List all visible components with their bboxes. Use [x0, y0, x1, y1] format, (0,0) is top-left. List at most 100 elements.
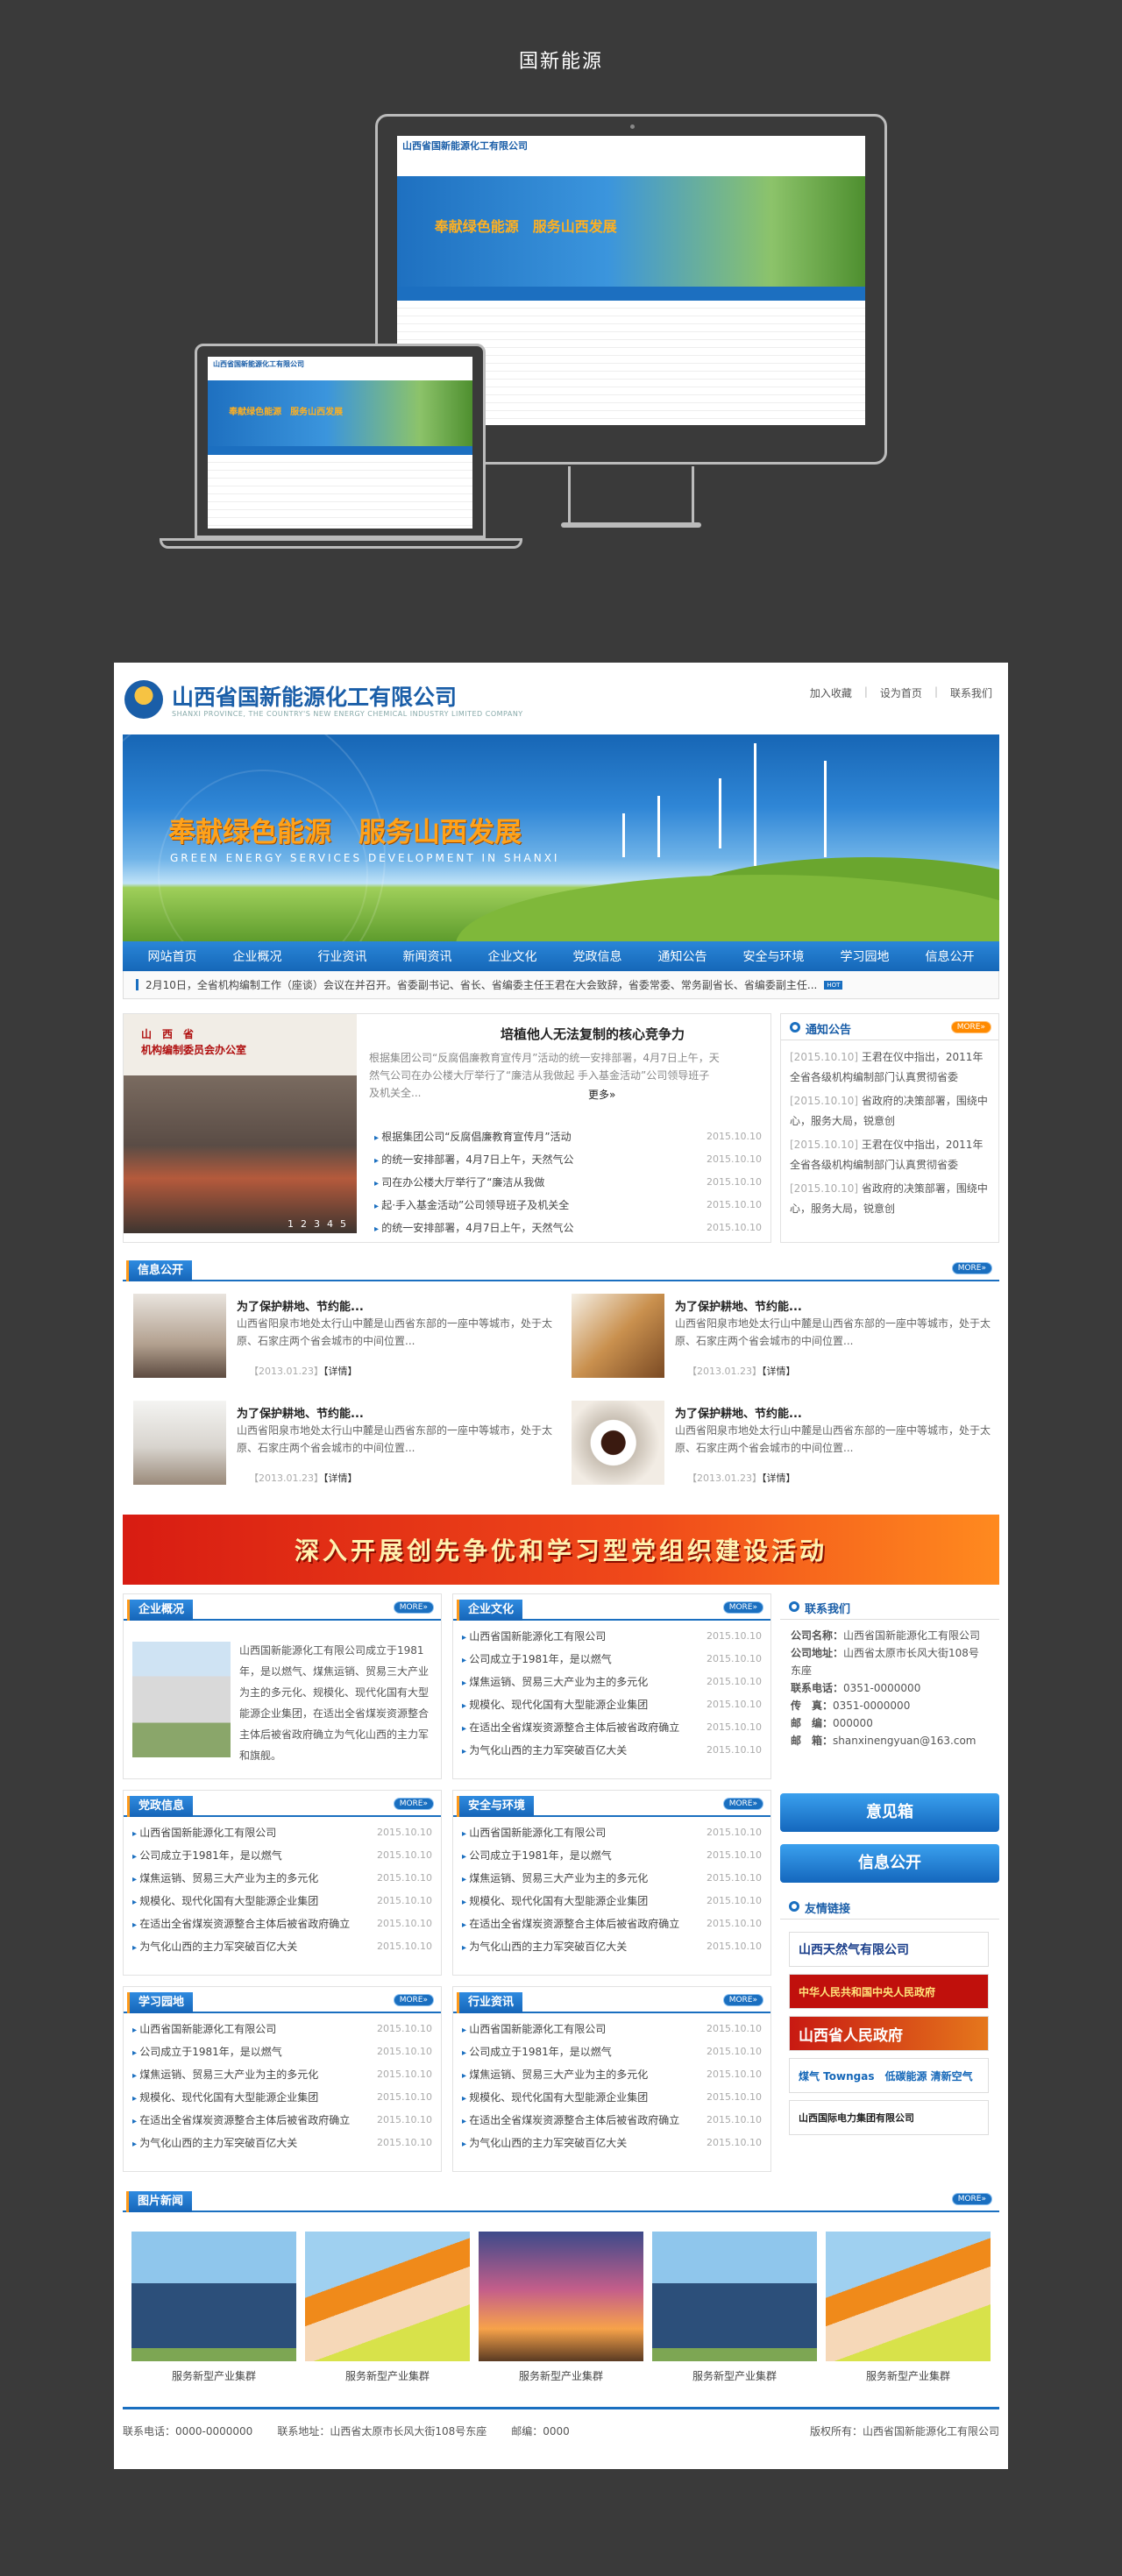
industry-more-button[interactable]: MORE» — [722, 1994, 763, 2006]
slide-dot[interactable]: 1 — [288, 1218, 294, 1230]
list-item[interactable]: 山西省国新能源化工有限公司2015.10.10 — [462, 1822, 762, 1845]
gallery-item[interactable]: 服务新型产业集群 — [652, 2232, 817, 2383]
list-item[interactable]: 为气化山西的主力军突破百亿大关2015.10.10 — [132, 2132, 432, 2155]
nav-overview[interactable]: 企业概况 — [233, 947, 282, 965]
nav-culture[interactable]: 企业文化 — [488, 947, 537, 965]
slide-dot[interactable]: 3 — [314, 1218, 320, 1230]
add-favorite-link[interactable]: 加入收藏 — [810, 685, 852, 700]
study-more-button[interactable]: MORE» — [393, 1994, 434, 2006]
info-open-button[interactable]: 信息公开 — [780, 1844, 999, 1883]
list-item[interactable]: 的统一安排部署，4月7日上午，天然气公2015.10.10 — [374, 1149, 762, 1172]
notice-header: 通知公告 MORE» — [781, 1014, 998, 1040]
footer-address: 联系地址：山西省太原市长风大街108号东座 — [277, 2425, 487, 2438]
detail-link[interactable]: 【详情】 — [762, 1473, 796, 1484]
list-item[interactable]: 为气化山西的主力军突破百亿大关2015.10.10 — [462, 1936, 762, 1959]
list-item[interactable]: 公司成立于1981年，是以燃气2015.10.10 — [462, 2041, 762, 2064]
list-item[interactable]: 煤焦运销、贸易三大产业为主的多元化2015.10.10 — [132, 2064, 432, 2087]
list-item[interactable]: 煤焦运销、贸易三大产业为主的多元化2015.10.10 — [462, 2064, 762, 2087]
overview-more-button[interactable]: MORE» — [393, 1601, 434, 1614]
notice-item[interactable]: [2015.10.10] 省政府的决策部署，围绕中心，服务大局，锐意创 — [790, 1179, 990, 1219]
notice-more-button[interactable]: MORE» — [950, 1021, 991, 1033]
wind-turbine-icon — [657, 796, 660, 857]
list-item[interactable]: 规模化、现代化国有大型能源企业集团2015.10.10 — [132, 1891, 432, 1913]
list-item[interactable]: 为气化山西的主力军突破百亿大关2015.10.10 — [132, 1936, 432, 1959]
notice-item[interactable]: [2015.10.10] 王君在仪中指出，2011年全省各级机构编制部门认真贯彻… — [790, 1047, 990, 1088]
list-item[interactable]: 山西省国新能源化工有限公司2015.10.10 — [132, 1822, 432, 1845]
list-item[interactable]: 为气化山西的主力军突破百亿大关2015.10.10 — [462, 2132, 762, 2155]
info-item[interactable]: 为了保护耕地、节约能... 山西省阳泉市地处太行山中麓是山西省东部的一座中等城市… — [572, 1401, 1001, 1497]
culture-more-button[interactable]: MORE» — [722, 1601, 763, 1614]
list-item[interactable]: 在适出全省煤炭资源整合主体后被省政府确立2015.10.10 — [132, 2110, 432, 2132]
list-item[interactable]: 根据集团公司“反腐倡廉教育宣传月”活动2015.10.10 — [374, 1126, 762, 1149]
friend-link-shanxi-gov[interactable]: 山西省人民政府 — [789, 2016, 989, 2051]
slide-dot[interactable]: 4 — [327, 1218, 333, 1230]
info-open-more-button[interactable]: MORE» — [951, 1262, 992, 1274]
mini-body — [208, 454, 472, 529]
mini-logo: 山西省国新能源化工有限公司 — [208, 357, 472, 381]
friend-link-intl-power[interactable]: 山西国际电力集团有限公司 — [789, 2100, 989, 2135]
friend-link-shanxi-gas[interactable]: 山西天然气有限公司 — [789, 1932, 989, 1967]
slide-dot[interactable]: 5 — [340, 1218, 346, 1230]
nav-safety[interactable]: 安全与环境 — [743, 947, 805, 965]
list-item[interactable]: 在适出全省煤炭资源整合主体后被省政府确立2015.10.10 — [462, 1913, 762, 1936]
list-item[interactable]: 司在办公楼大厅举行了“廉洁从我做2015.10.10 — [374, 1172, 762, 1195]
info-item[interactable]: 为了保护耕地、节约能... 山西省阳泉市地处太行山中麓是山西省东部的一座中等城市… — [133, 1294, 563, 1390]
nav-info[interactable]: 信息公开 — [926, 947, 975, 965]
mini-banner: 奉献绿色能源 服务山西发展 — [208, 380, 472, 446]
list-item[interactable]: 煤焦运销、贸易三大产业为主的多元化2015.10.10 — [462, 1868, 762, 1891]
gallery-item[interactable]: 服务新型产业集群 — [305, 2232, 470, 2383]
list-item[interactable]: 山西省国新能源化工有限公司2015.10.10 — [462, 1626, 762, 1649]
list-item[interactable]: 公司成立于1981年，是以燃气2015.10.10 — [132, 1845, 432, 1868]
list-item[interactable]: 公司成立于1981年，是以燃气2015.10.10 — [132, 2041, 432, 2064]
gallery-item[interactable]: 服务新型产业集群 — [826, 2232, 991, 2383]
info-item[interactable]: 为了保护耕地、节约能... 山西省阳泉市地处太行山中麓是山西省东部的一座中等城市… — [572, 1294, 1001, 1390]
list-item[interactable]: 规模化、现代化国有大型能源企业集团2015.10.10 — [462, 1694, 762, 1717]
gallery-item[interactable]: 服务新型产业集群 — [479, 2232, 643, 2383]
list-item[interactable]: 在适出全省煤炭资源整合主体后被省政府确立2015.10.10 — [462, 2110, 762, 2132]
campaign-banner[interactable]: 深入开展创先争优和学习型党组织建设活动 — [123, 1515, 999, 1585]
detail-link[interactable]: 【详情】 — [323, 1473, 358, 1484]
list-item[interactable]: 山西省国新能源化工有限公司2015.10.10 — [462, 2019, 762, 2041]
info-item[interactable]: 为了保护耕地、节约能... 山西省阳泉市地处太行山中麓是山西省东部的一座中等城市… — [133, 1401, 563, 1497]
more-link[interactable]: 更多» — [588, 1087, 615, 1102]
nav-home[interactable]: 网站首页 — [148, 947, 197, 965]
nav-study[interactable]: 学习园地 — [841, 947, 890, 965]
friend-link-central-gov[interactable]: 中华人民共和国中央人民政府 — [789, 1974, 989, 2009]
nav-party[interactable]: 党政信息 — [573, 947, 622, 965]
list-item[interactable]: 规模化、现代化国有大型能源企业集团2015.10.10 — [462, 2087, 762, 2110]
list-item[interactable]: 为气化山西的主力军突破百亿大关2015.10.10 — [462, 1740, 762, 1763]
friend-link-towngas[interactable]: 煤气 Towngas 低碳能源 清新空气 — [789, 2058, 989, 2093]
list-item[interactable]: 的统一安排部署，4月7日上午，天然气公2015.10.10 — [374, 1217, 762, 1240]
nav-news[interactable]: 新闻资讯 — [403, 947, 452, 965]
detail-link[interactable]: 【详情】 — [323, 1366, 358, 1377]
company-logo-icon[interactable] — [124, 680, 163, 719]
gallery-item[interactable]: 服务新型产业集群 — [131, 2232, 296, 2383]
contact-link[interactable]: 联系我们 — [950, 685, 992, 700]
party-more-button[interactable]: MORE» — [393, 1798, 434, 1810]
list-item[interactable]: 公司成立于1981年，是以燃气2015.10.10 — [462, 1845, 762, 1868]
safety-more-button[interactable]: MORE» — [722, 1798, 763, 1810]
list-item[interactable]: 山西省国新能源化工有限公司2015.10.10 — [132, 2019, 432, 2041]
list-item[interactable]: 规模化、现代化国有大型能源企业集团2015.10.10 — [462, 1891, 762, 1913]
set-homepage-link[interactable]: 设为首页 — [880, 685, 922, 700]
gallery-more-button[interactable]: MORE» — [951, 2193, 992, 2205]
featured-title[interactable]: 培植他人无法复制的核心竞争力 — [501, 1025, 685, 1043]
notice-item[interactable]: [2015.10.10] 王君在仪中指出，2011年全省各级机构编制部门认真贯彻… — [790, 1135, 990, 1175]
nav-notice[interactable]: 通知公告 — [658, 947, 707, 965]
company-name[interactable]: 山西省国新能源化工有限公司 — [172, 680, 457, 712]
list-item[interactable]: 煤焦运销、贸易三大产业为主的多元化2015.10.10 — [132, 1868, 432, 1891]
ticker-text[interactable]: 2月10日，全省机构编制工作（座谈）会议在并召开。省委副书记、省长、省编委主任王… — [146, 977, 817, 992]
featured-photo[interactable]: 山 西 省 机构编制委员会办公室 1 2 3 4 5 — [124, 1014, 357, 1233]
wind-turbine-icon — [719, 778, 721, 848]
nav-industry[interactable]: 行业资讯 — [318, 947, 367, 965]
list-item[interactable]: 在适出全省煤炭资源整合主体后被省政府确立2015.10.10 — [132, 1913, 432, 1936]
list-item[interactable]: 公司成立于1981年，是以燃气2015.10.10 — [462, 1649, 762, 1671]
suggestion-box-button[interactable]: 意见箱 — [780, 1793, 999, 1832]
list-item[interactable]: 起·手入基金活动”公司领导班子及机关全2015.10.10 — [374, 1195, 762, 1217]
list-item[interactable]: 煤焦运销、贸易三大产业为主的多元化2015.10.10 — [462, 1671, 762, 1694]
list-item[interactable]: 规模化、现代化国有大型能源企业集团2015.10.10 — [132, 2087, 432, 2110]
detail-link[interactable]: 【详情】 — [762, 1366, 796, 1377]
notice-item[interactable]: [2015.10.10] 省政府的决策部署，围绕中心，服务大局，锐意创 — [790, 1091, 990, 1132]
list-item[interactable]: 在适出全省煤炭资源整合主体后被省政府确立2015.10.10 — [462, 1717, 762, 1740]
slide-dot[interactable]: 2 — [301, 1218, 307, 1230]
